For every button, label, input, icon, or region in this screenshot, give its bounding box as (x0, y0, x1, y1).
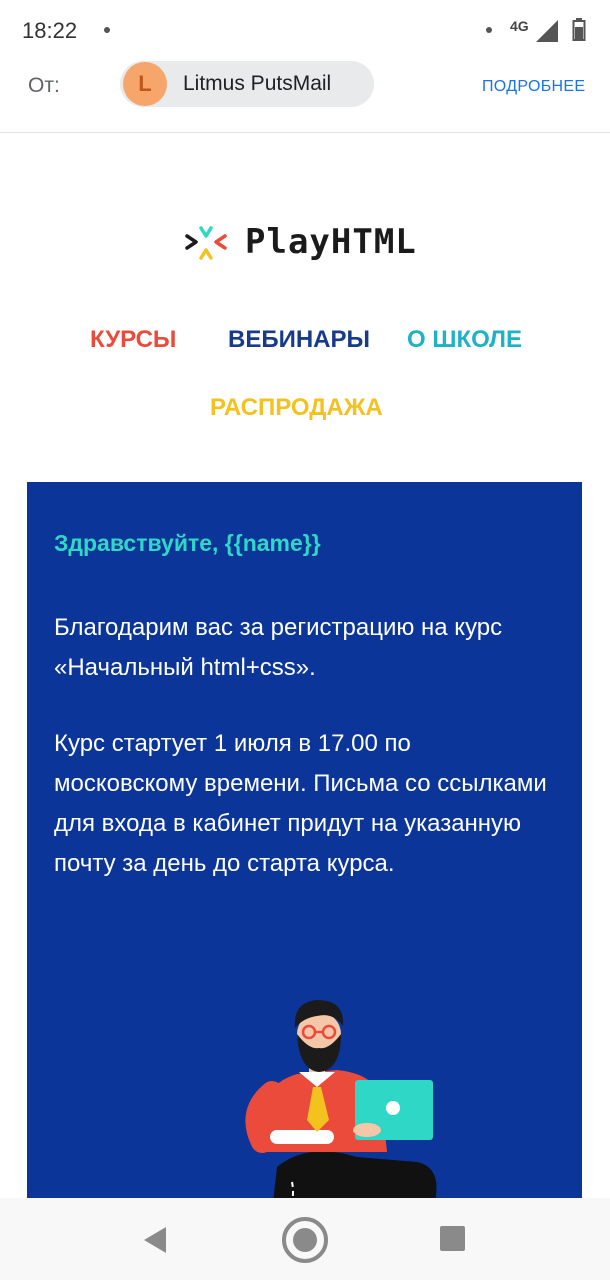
status-time: 18:22 (22, 18, 78, 43)
nav-link-sale[interactable]: РАСПРОДАЖА (210, 394, 383, 422)
logo-mark-icon (185, 226, 227, 260)
from-label: От: (28, 74, 60, 97)
mail-header: От: L Litmus PutsMail ПОДРОБНЕЕ (0, 58, 610, 133)
battery-icon (572, 18, 586, 41)
nav-link-courses[interactable]: КУРСЫ (90, 326, 176, 354)
message-card: Здравствуйте, {{name}} Благодарим вас за… (27, 482, 582, 1200)
network-type: 4G (510, 18, 529, 34)
system-navigation-bar (0, 1198, 610, 1280)
home-icon[interactable] (281, 1216, 329, 1264)
back-icon[interactable] (142, 1226, 168, 1254)
logo-text: PlayHTML (245, 222, 417, 262)
course-start-text: Курс стартует 1 июля в 17.00 по московск… (54, 730, 547, 877)
sender-name: Litmus PutsMail (183, 72, 332, 95)
details-link[interactable]: ПОДРОБНЕЕ (482, 78, 585, 96)
signal-icon (536, 20, 558, 42)
avatar: L (123, 62, 167, 106)
sender-chip[interactable]: L Litmus PutsMail (120, 61, 374, 107)
recents-icon[interactable] (440, 1226, 465, 1251)
notification-dot-icon (104, 27, 110, 33)
man-with-laptop-illustration (245, 1000, 437, 1200)
registration-text: Благодарим вас за регистрацию на курс «Н… (54, 614, 503, 681)
nav-link-about[interactable]: О ШКОЛЕ (407, 326, 522, 354)
greeting-heading: Здравствуйте, {{name}} (54, 530, 321, 556)
nav-link-webinars[interactable]: ВЕБИНАРЫ (228, 326, 370, 354)
status-dot-icon (486, 27, 492, 33)
playhtml-logo[interactable]: PlayHTML (185, 222, 445, 266)
status-bar: 18:22 4G (0, 0, 610, 58)
